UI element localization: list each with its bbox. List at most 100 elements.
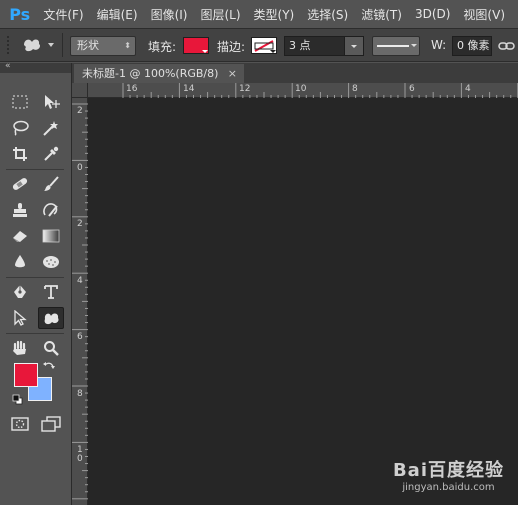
lasso-icon: [13, 120, 29, 136]
brush-tool[interactable]: [38, 173, 64, 195]
ruler-label: 2: [77, 219, 83, 229]
fill-color-swatch[interactable]: [183, 37, 209, 54]
clone-stamp-tool[interactable]: [7, 199, 33, 221]
mode-value: 形状: [77, 39, 99, 52]
menu-bar: Ps 文件(F) 编辑(E) 图像(I) 图层(L) 类型(Y) 选择(S) 滤…: [0, 0, 518, 28]
eraser-icon: [13, 231, 27, 242]
zoom-tool[interactable]: [38, 337, 64, 359]
width-value: 0 像素: [457, 39, 490, 52]
options-grip[interactable]: [6, 33, 14, 57]
hand-icon: [13, 340, 26, 355]
watermark: Bai百度经验 jingyan.baidu.com: [393, 456, 504, 493]
ruler-label: 0: [77, 163, 83, 173]
ruler-label: 4: [77, 276, 83, 286]
photoshop-logo: Ps: [9, 4, 31, 24]
menu-select[interactable]: 选择(S): [307, 6, 348, 23]
custom-shape-tool[interactable]: [38, 307, 64, 329]
healing-brush-tool[interactable]: [7, 173, 33, 195]
link-toggle[interactable]: [498, 38, 516, 54]
move-tool[interactable]: [38, 91, 64, 113]
quick-mask-button[interactable]: [7, 413, 33, 435]
ruler-label: 10: [295, 84, 307, 94]
tools-divider: [6, 169, 64, 170]
ruler-ticks: [72, 103, 88, 500]
stroke-width-field[interactable]: 3 点: [284, 36, 364, 56]
menu-file[interactable]: 文件(F): [43, 6, 83, 23]
bandage-icon: [12, 178, 28, 190]
ruler-label: 12: [239, 84, 251, 94]
vertical-ruler[interactable]: 2 0 2 4 6 8 10: [72, 98, 88, 505]
brush-icon: [44, 176, 59, 191]
magnifier-icon: [44, 341, 59, 356]
collapse-icon[interactable]: «: [5, 61, 11, 71]
type-tool[interactable]: [38, 281, 64, 303]
stroke-width-value: 3 点: [289, 39, 311, 52]
document-tab[interactable]: 未标题-1 @ 100%(RGB/8) ×: [74, 64, 244, 83]
width-field[interactable]: 0 像素: [452, 36, 492, 56]
menu-layer[interactable]: 图层(L): [200, 6, 240, 23]
pen-tool[interactable]: [7, 281, 33, 303]
magic-wand-icon: [43, 121, 58, 136]
ruler-label: 16: [126, 84, 138, 94]
close-icon[interactable]: ×: [228, 64, 237, 83]
stroke-label: 描边:: [217, 40, 246, 54]
history-brush-tool[interactable]: [38, 199, 64, 221]
document-tab-bar: 未标题-1 @ 100%(RGB/8) ×: [72, 63, 518, 83]
solid-line-icon: [377, 44, 417, 47]
move-icon: [45, 95, 60, 109]
tools-divider: [6, 277, 64, 278]
menu-view[interactable]: 视图(V): [463, 6, 505, 23]
custom-shape-icon: [44, 313, 59, 325]
gradient-tool[interactable]: [38, 225, 64, 247]
eraser-tool[interactable]: [7, 225, 33, 247]
custom-shape-icon: [24, 39, 54, 52]
menu-edit[interactable]: 编辑(E): [97, 6, 138, 23]
crop-icon: [13, 147, 27, 161]
menu-3d[interactable]: 3D(D): [415, 7, 450, 21]
menu-image[interactable]: 图像(I): [151, 6, 188, 23]
magic-wand-tool[interactable]: [38, 117, 64, 139]
crop-tool[interactable]: [7, 143, 33, 165]
document-canvas[interactable]: Bai百度经验 jingyan.baidu.com: [88, 98, 518, 505]
mode-dropdown[interactable]: 形状 ⬍: [70, 36, 136, 56]
ruler-origin[interactable]: [72, 83, 88, 98]
eyedropper-icon: [44, 146, 59, 161]
quick-mask-icon: [11, 417, 29, 431]
screen-mode-button[interactable]: [38, 413, 64, 435]
sponge-tool[interactable]: [38, 251, 64, 273]
tools-panel: «: [0, 61, 72, 505]
ruler-label: 10: [77, 445, 83, 464]
direct-select-icon: [14, 310, 27, 326]
fill-label: 填充:: [148, 40, 177, 54]
path-selection-tool[interactable]: [7, 307, 33, 329]
ruler-label: 6: [409, 84, 415, 94]
tools-panel-header: «: [0, 61, 71, 73]
swap-colors-icon[interactable]: [43, 361, 55, 373]
tools-divider: [6, 333, 64, 334]
horizontal-ruler[interactable]: 16 14 12 10 8 6 4: [72, 83, 518, 98]
pen-icon: [14, 285, 26, 298]
menu-filter[interactable]: 滤镜(T): [361, 6, 402, 23]
eyedropper-tool[interactable]: [38, 143, 64, 165]
lasso-tool[interactable]: [7, 117, 33, 139]
marquee-tool[interactable]: [7, 91, 33, 113]
tool-preset-picker[interactable]: [18, 34, 58, 56]
menu-type[interactable]: 类型(Y): [254, 6, 295, 23]
stroke-color-swatch[interactable]: [251, 37, 277, 54]
options-bar: 形状 ⬍ 填充: 描边: 3 点 W: 0 像素: [0, 28, 518, 62]
stroke-width-dropdown-button[interactable]: [344, 37, 363, 55]
drop-icon: [15, 255, 25, 268]
history-brush-icon: [43, 203, 58, 217]
foreground-color-swatch[interactable]: [14, 363, 38, 387]
ruler-label: 8: [77, 389, 83, 399]
document-tab-title: 未标题-1 @ 100%(RGB/8): [82, 67, 219, 80]
link-icon: [498, 42, 515, 50]
ruler-label: 2: [77, 106, 83, 116]
width-label: W:: [431, 38, 447, 52]
blur-tool[interactable]: [7, 251, 33, 273]
ruler-label: 6: [77, 332, 83, 342]
hand-tool[interactable]: [7, 337, 33, 359]
stroke-style-dropdown[interactable]: [372, 36, 420, 56]
type-icon: [44, 285, 58, 299]
default-colors-icon[interactable]: [12, 394, 23, 405]
